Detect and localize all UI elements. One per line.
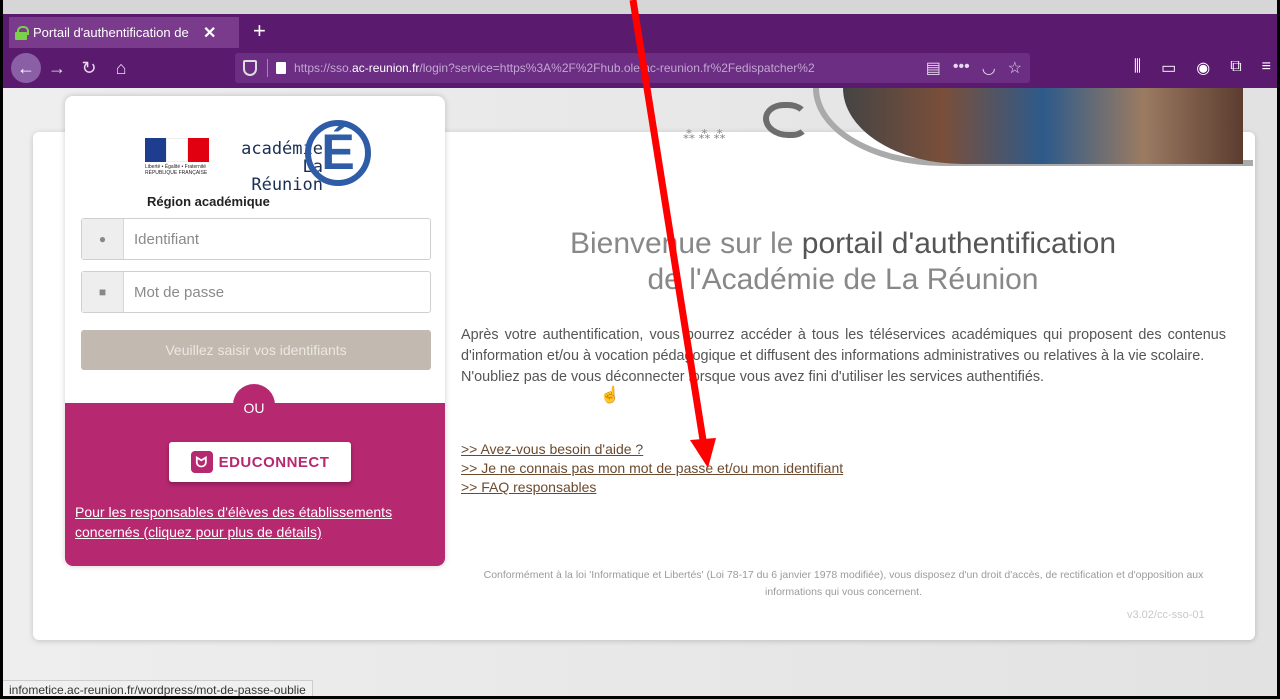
shield-icon[interactable]: [243, 60, 257, 76]
bookmark-star-icon[interactable]: ☆: [1008, 58, 1022, 78]
lock-icon: [15, 25, 29, 40]
user-icon: ●: [82, 219, 124, 259]
nav-toolbar: ← → ↻ ⌂ https://sso.ac-reunion.fr/login?…: [3, 48, 1277, 88]
back-button[interactable]: ←: [11, 53, 41, 83]
close-icon[interactable]: ✕: [203, 23, 216, 43]
footprints-decoration: ⁂ ⁂ ⁂: [683, 128, 726, 142]
padlock-icon: ■: [82, 272, 124, 312]
password-field[interactable]: ■: [81, 271, 431, 313]
students-photo-strip: [843, 88, 1243, 164]
new-tab-button[interactable]: +: [253, 17, 266, 45]
status-bar-url: infometice.ac-reunion.fr/wordpress/mot-d…: [3, 680, 313, 696]
address-bar[interactable]: https://sso.ac-reunion.fr/login?service=…: [235, 53, 1030, 83]
page-content: ⁂ ⁂ ⁂ Liberté • Égalité • Fraternité RÉP…: [3, 88, 1277, 696]
username-field[interactable]: ●: [81, 218, 431, 260]
login-panel: Liberté • Égalité • Fraternité RÉPUBLIQU…: [65, 96, 445, 566]
page-actions-icon[interactable]: •••: [953, 58, 970, 78]
region-label: Région académique: [147, 194, 270, 209]
extension-icon[interactable]: ◉: [1196, 58, 1210, 78]
site-lock-icon[interactable]: [276, 62, 286, 74]
responsables-link[interactable]: Pour les responsables d'élèves des établ…: [75, 502, 435, 542]
marianne-flag: [145, 138, 210, 162]
library-icon[interactable]: ⫼: [1134, 58, 1141, 78]
sidebar-icon[interactable]: ▭: [1161, 58, 1176, 78]
reader-view-icon[interactable]: ▤: [926, 58, 941, 78]
forward-button[interactable]: →: [41, 58, 73, 79]
pocket-icon[interactable]: ◡: [982, 58, 996, 78]
toolbar-right: ⫼ ▭ ◉ ⧉ ≡: [1134, 58, 1271, 78]
home-button[interactable]: ⌂: [105, 58, 137, 79]
browser-window: Portail d'authentification de l' ✕ + ← →…: [0, 0, 1280, 699]
welcome-heading: Bienvenue sur le portail d'authentificat…: [569, 227, 1117, 296]
intro-paragraph: Après votre authentification, vous pourr…: [461, 327, 1226, 364]
educonnect-button[interactable]: ᗢ EDUCONNECT: [169, 442, 351, 482]
url-separator: [267, 59, 268, 77]
menu-icon[interactable]: ≡: [1262, 58, 1271, 78]
academie-e-mark: É: [305, 120, 371, 186]
hand-cursor-icon: ☝: [600, 387, 620, 404]
logout-reminder: N'oubliez pas de vous déconnecter lorsqu…: [461, 369, 1045, 385]
forgot-credentials-link[interactable]: >> Je ne connais pas mon mot de passe et…: [461, 459, 843, 478]
tab-bar: Portail d'authentification de l' ✕ +: [3, 14, 1277, 48]
or-separator: OU: [233, 384, 275, 426]
header-banner: ⁂ ⁂ ⁂: [643, 88, 1255, 166]
republique-text: Liberté • Égalité • Fraternité RÉPUBLIQU…: [145, 164, 208, 176]
login-submit-button[interactable]: Veuillez saisir vos identifiants: [81, 330, 431, 370]
reload-button[interactable]: ↻: [73, 58, 105, 79]
faq-responsables-link[interactable]: >> FAQ responsables: [461, 478, 843, 497]
url-actions: ▤ ••• ◡ ☆: [926, 58, 1022, 78]
screenshot-icon[interactable]: ⧉: [1230, 58, 1241, 78]
tab-title: Portail d'authentification de l': [33, 25, 193, 40]
tab-active[interactable]: Portail d'authentification de l' ✕: [9, 17, 239, 48]
educonnect-label: EDUCONNECT: [218, 453, 330, 471]
gecko-logo: [763, 102, 809, 138]
help-links: >> Avez-vous besoin d'aide ? >> Je ne co…: [461, 440, 843, 497]
version-label: v3.02/cc-sso-01: [1127, 609, 1205, 621]
username-input[interactable]: [124, 219, 430, 259]
url-text[interactable]: https://sso.ac-reunion.fr/login?service=…: [294, 61, 874, 75]
intro-text: Après votre authentification, vous pourr…: [461, 325, 1226, 388]
legal-notice: Conformément à la loi 'Informatique et L…: [483, 569, 1204, 598]
help-link[interactable]: >> Avez-vous besoin d'aide ?: [461, 440, 843, 459]
password-input[interactable]: [124, 272, 430, 312]
educonnect-icon: ᗢ: [190, 451, 213, 473]
